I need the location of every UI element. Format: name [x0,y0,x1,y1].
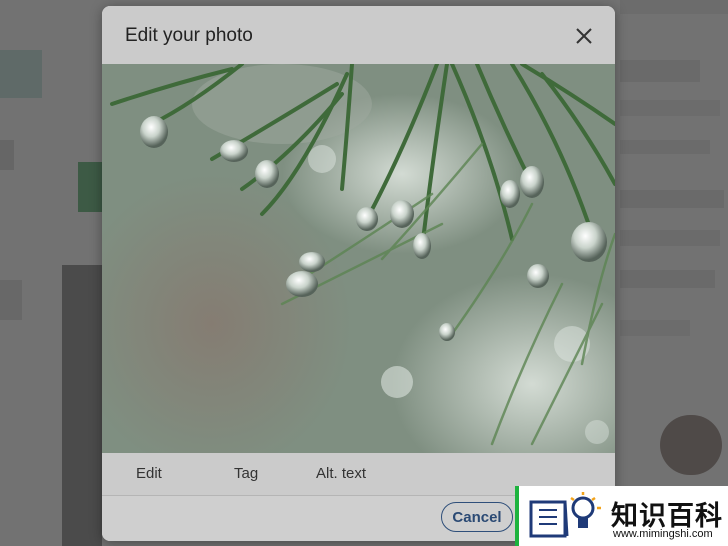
bg-block [0,280,22,320]
bg-block [620,60,700,82]
close-icon [576,28,592,44]
edit-photo-dialog: Edit your photo Edit Tag Alt. text Cance… [102,6,615,541]
bg-block [620,230,720,246]
pine-needles-image [102,64,615,453]
watermark-url: www.mimingshi.com [613,528,713,540]
bg-block [620,100,720,116]
tab-edit[interactable]: Edit [136,465,162,482]
watermark: 知识百科 www.mimingshi.com [515,486,728,546]
bg-block [620,0,728,14]
bg-block [620,320,690,336]
tab-tag[interactable]: Tag [234,465,258,482]
bg-avatar [660,415,722,475]
bg-block [0,50,42,98]
bg-block [620,190,724,208]
cancel-button[interactable]: Cancel [441,502,513,532]
bg-block [620,140,710,154]
bg-block [78,162,102,212]
watermark-bar [515,486,519,546]
close-button[interactable] [570,22,598,50]
dialog-header: Edit your photo [102,6,615,65]
bg-block [0,140,14,170]
photo-preview [102,64,615,453]
dialog-title: Edit your photo [125,25,253,46]
bg-block [62,265,102,546]
book-lightbulb-icon [529,492,601,538]
bg-block [620,270,715,288]
tab-alt-text[interactable]: Alt. text [316,465,366,482]
